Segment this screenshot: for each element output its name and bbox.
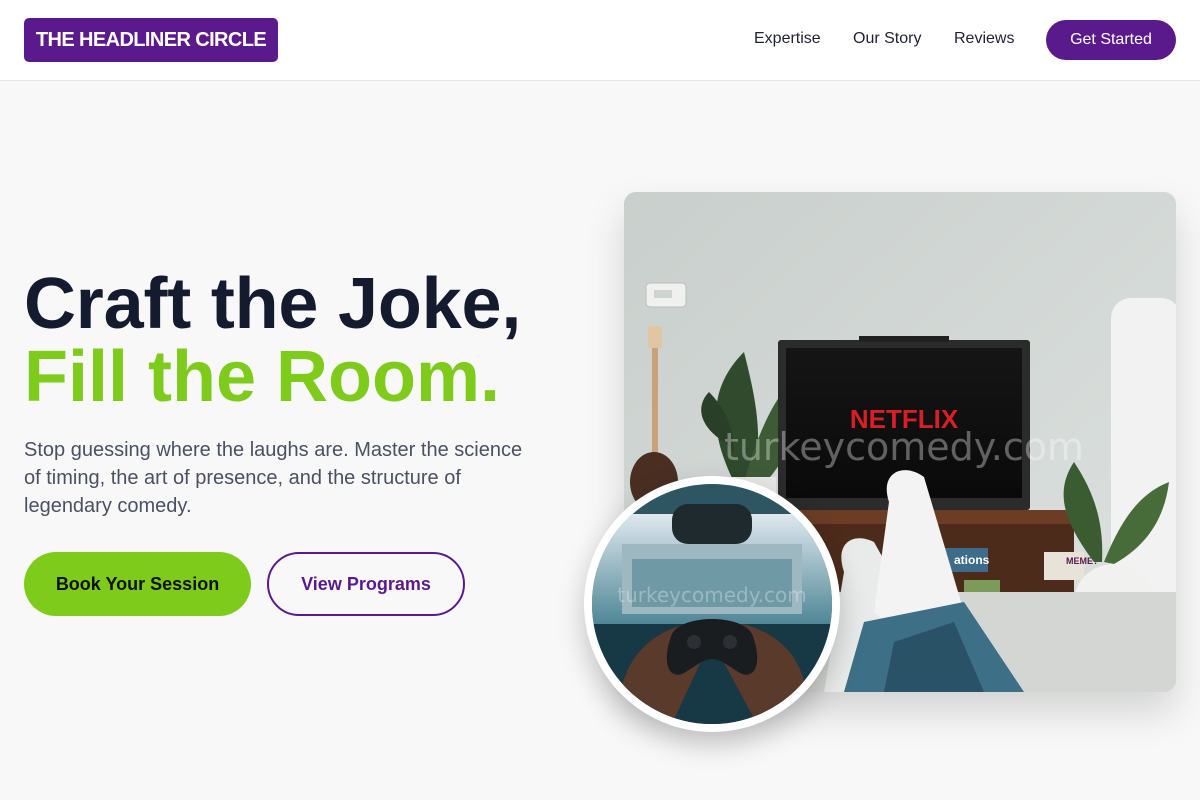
book-session-button[interactable]: Book Your Session	[24, 552, 251, 616]
hero-subtext: Stop guessing where the laughs are. Mast…	[24, 439, 523, 517]
site-logo[interactable]: THE HEADLINER CIRCLE	[24, 18, 278, 62]
circle-image-frame: turkeycomedy.com	[584, 476, 840, 732]
get-started-button[interactable]: Get Started	[1046, 20, 1176, 60]
controller-image: turkeycomedy.com	[592, 484, 832, 724]
hero-headline-accent: Fill the Room.	[24, 337, 500, 417]
watermark-text: turkeycomedy.com	[724, 425, 1084, 469]
book-spine-text: ations	[954, 553, 990, 567]
nav-link-our-story[interactable]: Our Story	[853, 30, 921, 48]
view-programs-button[interactable]: View Programs	[267, 552, 465, 616]
site-header: THE HEADLINER CIRCLE Expertise Our Story…	[0, 0, 1200, 81]
circle-watermark-text: turkeycomedy.com	[617, 583, 807, 607]
hero-headline: Craft the Joke,	[24, 264, 522, 344]
nav-link-expertise[interactable]: Expertise	[754, 30, 821, 48]
nav-link-reviews[interactable]: Reviews	[954, 30, 1014, 48]
